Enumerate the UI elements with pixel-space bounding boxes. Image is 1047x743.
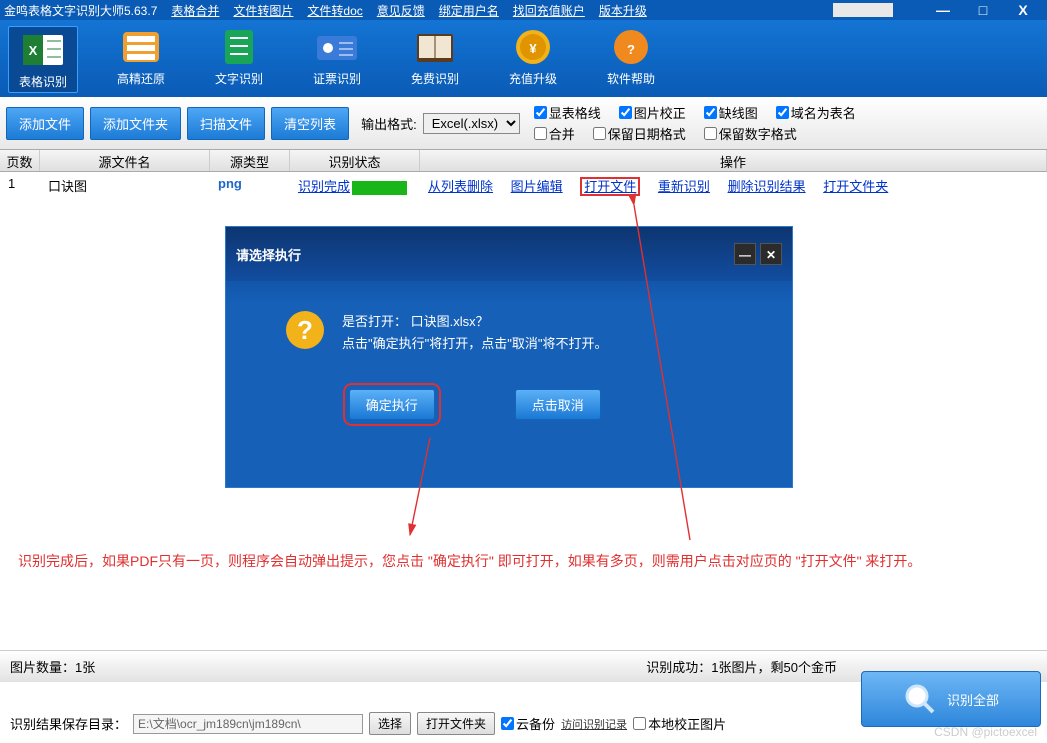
cb-merge[interactable]: 合并 (534, 124, 575, 143)
menu-bind-user[interactable]: 绑定用户名 (439, 2, 499, 19)
excel-icon: X (19, 29, 67, 71)
ribbon-label: 充值升级 (509, 70, 557, 87)
status-link[interactable]: 识别完成 (298, 179, 350, 194)
ribbon-label: 免费识别 (411, 70, 459, 87)
cell-page: 1 (4, 174, 44, 197)
open-folder-button[interactable]: 打开文件夹 (417, 712, 495, 735)
user-badge (833, 3, 893, 17)
question-icon: ? (286, 311, 324, 349)
op-del-result[interactable]: 删除识别结果 (728, 179, 806, 194)
cell-ops: 从列表删除 图片编辑 打开文件 重新识别 删除识别结果 打开文件夹 (424, 174, 1043, 197)
ribbon-help[interactable]: ? 软件帮助 (596, 26, 666, 93)
ribbon-table-recog[interactable]: X 表格识别 (8, 26, 78, 93)
help-icon: ? (607, 26, 655, 68)
menu-to-doc[interactable]: 文件转doc (307, 2, 362, 19)
action-bar: 添加文件 添加文件夹 扫描文件 清空列表 输出格式: Excel(.xlsx) … (0, 97, 1047, 150)
svg-text:X: X (29, 43, 38, 58)
titlebar: 金鸣表格文字识别大师5.63.7 表格合并 文件转图片 文件转doc 意见反馈 … (0, 0, 1047, 20)
confirm-dialog: 请选择执行 — ✕ ? 是否打开： 口诀图.xlsx？ 点击"确定执行"将打开，… (225, 226, 793, 488)
image-count: 图片数量：1张 (10, 657, 95, 676)
id-card-icon (313, 26, 361, 68)
cb-domain[interactable]: 域名为表名 (776, 103, 856, 122)
doc-icon (215, 26, 263, 68)
coin-icon: ¥ (509, 26, 557, 68)
cb-grid[interactable]: 显表格线 (534, 103, 601, 122)
choose-button[interactable]: 选择 (369, 712, 411, 735)
save-label: 识别结果保存目录： (10, 714, 127, 733)
col-ops: 操作 (420, 150, 1047, 171)
menu-merge[interactable]: 表格合并 (171, 2, 219, 19)
svg-text:¥: ¥ (529, 41, 537, 56)
close-button[interactable]: X (1003, 0, 1043, 20)
success-status: 识别成功：1张图片，剩50个金币 (646, 657, 837, 676)
dialog-titlebar: 请选择执行 — ✕ (226, 227, 792, 281)
op-edit-image[interactable]: 图片编辑 (511, 179, 563, 194)
dialog-title: 请选择执行 (236, 245, 301, 264)
save-path-input[interactable] (133, 714, 363, 734)
output-format-select[interactable]: Excel(.xlsx) (423, 113, 520, 134)
cb-missline[interactable]: 缺线图 (704, 103, 758, 122)
minimize-button[interactable]: — (923, 0, 963, 20)
col-file: 源文件名 (40, 150, 210, 171)
scan-button[interactable]: 扫描文件 (187, 107, 265, 140)
grid-icon (117, 26, 165, 68)
svg-text:?: ? (627, 42, 635, 57)
cancel-button[interactable]: 点击取消 (515, 389, 601, 420)
ribbon-topup[interactable]: ¥ 充值升级 (498, 26, 568, 93)
ribbon-label: 文字识别 (215, 70, 263, 87)
ribbon-text-recog[interactable]: 文字识别 (204, 26, 274, 93)
cell-file: 口诀图 (44, 174, 214, 197)
progress-bar (352, 181, 407, 195)
table-row: 1 口诀图 png 识别完成 从列表删除 图片编辑 打开文件 重新识别 删除识别… (0, 172, 1047, 199)
cb-local-fix[interactable]: 本地校正图片 (633, 714, 726, 733)
op-remove[interactable]: 从列表删除 (428, 179, 493, 194)
watermark: CSDN @pictoexcel (934, 725, 1037, 739)
add-file-button[interactable]: 添加文件 (6, 107, 84, 140)
cb-keepnum[interactable]: 保留数字格式 (704, 124, 797, 143)
col-stat: 识别状态 (290, 150, 420, 171)
ribbon-label: 软件帮助 (607, 70, 655, 87)
table-header: 页数 源文件名 源类型 识别状态 操作 (0, 150, 1047, 172)
menu-upgrade[interactable]: 版本升级 (599, 2, 647, 19)
cb-keepdate[interactable]: 保留日期格式 (593, 124, 686, 143)
ribbon-free-recog[interactable]: 免费识别 (400, 26, 470, 93)
cb-cloud[interactable]: 云备份 (501, 714, 555, 733)
save-bar: 识别结果保存目录： 选择 打开文件夹 云备份 访问识别记录 本地校正图片 (0, 706, 857, 741)
clear-button[interactable]: 清空列表 (271, 107, 349, 140)
ribbon-id-recog[interactable]: 证票识别 (302, 26, 372, 93)
op-open-file[interactable]: 打开文件 (580, 177, 640, 196)
menu-recover[interactable]: 找回充值账户 (513, 2, 585, 19)
ribbon-label: 表格识别 (19, 73, 67, 90)
visit-link[interactable]: 访问识别记录 (561, 716, 627, 732)
ribbon-label: 高精还原 (117, 70, 165, 87)
magnifier-icon (903, 682, 937, 716)
dialog-text: 是否打开： 口诀图.xlsx？ 点击"确定执行"将打开，点击"取消"将不打开。 … (342, 311, 607, 420)
recognize-all-button[interactable]: 识别全部 (861, 671, 1041, 727)
col-page: 页数 (0, 150, 40, 171)
menu-to-image[interactable]: 文件转图片 (233, 2, 293, 19)
ribbon-label: 证票识别 (313, 70, 361, 87)
book-icon (411, 26, 459, 68)
output-label: 输出格式: (361, 114, 417, 133)
cell-type: png (214, 174, 294, 197)
cb-imgfix[interactable]: 图片校正 (619, 103, 686, 122)
add-folder-button[interactable]: 添加文件夹 (90, 107, 181, 140)
ribbon: X 表格识别 高精还原 文字识别 证票识别 免费识别 ¥ 充值升级 ? 软件帮助 (0, 20, 1047, 97)
confirm-button[interactable]: 确定执行 (349, 389, 435, 420)
ribbon-hi-restore[interactable]: 高精还原 (106, 26, 176, 93)
annotation-text: 识别完成后，如果PDF只有一页，则程序会自动弹出提示，您点击 "确定执行" 即可… (18, 548, 1028, 574)
col-type: 源类型 (210, 150, 290, 171)
dialog-minimize-button[interactable]: — (734, 243, 756, 265)
cell-stat: 识别完成 (294, 174, 424, 197)
op-open-folder[interactable]: 打开文件夹 (823, 179, 888, 194)
app-title: 金鸣表格文字识别大师5.63.7 (4, 2, 157, 19)
menu-feedback[interactable]: 意见反馈 (377, 2, 425, 19)
op-re-recog[interactable]: 重新识别 (658, 179, 710, 194)
dialog-close-button[interactable]: ✕ (760, 243, 782, 265)
maximize-button[interactable]: □ (963, 0, 1003, 20)
